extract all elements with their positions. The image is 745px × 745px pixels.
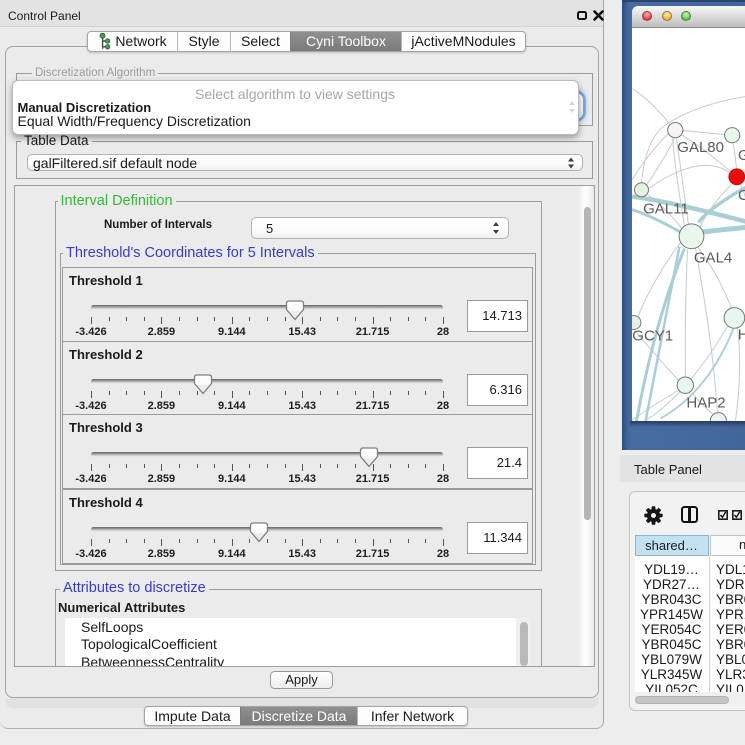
svg-text:GAL4: GAL4	[693, 249, 731, 266]
svg-text:HAP2: HAP2	[686, 394, 725, 411]
svg-text:HIS: HIS	[737, 326, 745, 343]
svg-text:GAL80: GAL80	[677, 139, 724, 156]
svg-text:CD: CD	[738, 187, 745, 204]
svg-text:GAL: GAL	[738, 147, 745, 164]
svg-text:GAL11: GAL11	[643, 200, 689, 217]
svg-text:GCY1: GCY1	[632, 327, 673, 344]
